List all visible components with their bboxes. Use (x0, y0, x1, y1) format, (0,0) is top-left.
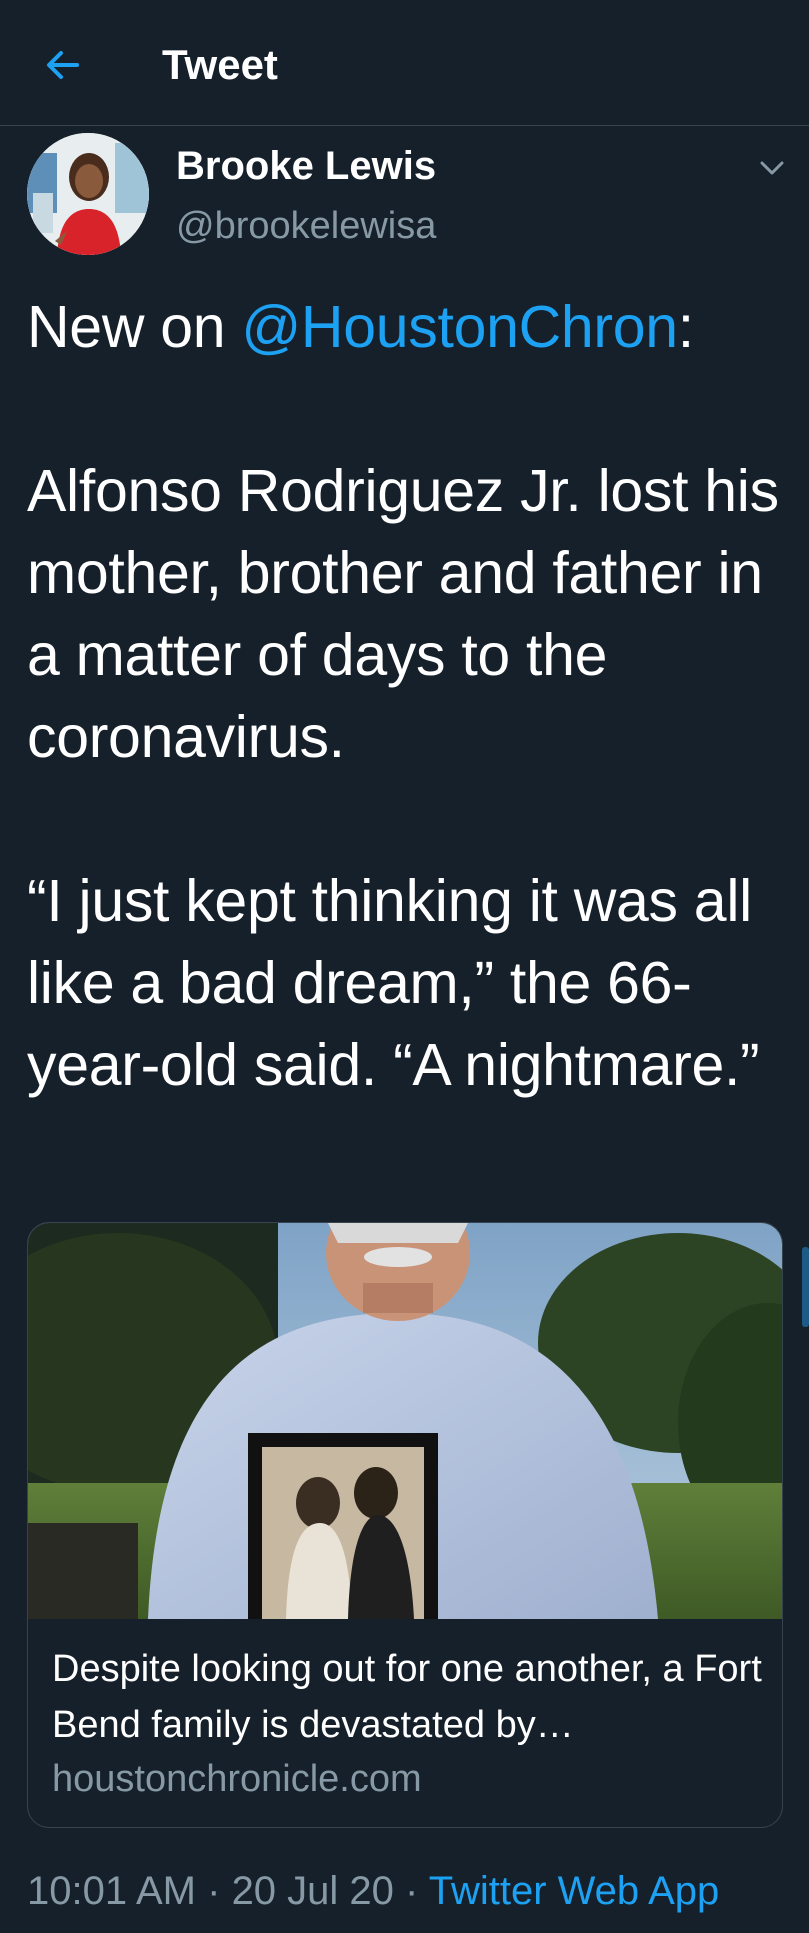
back-button[interactable] (36, 38, 90, 92)
tweet-text: New on @HoustonChron: Alfonso Rodriguez … (27, 286, 787, 1106)
avatar[interactable] (27, 133, 149, 255)
mention-link[interactable]: @HoustonChron (241, 294, 678, 360)
card-domain: houstonchronicle.com (52, 1758, 422, 1800)
tweet-text-prefix: New on (27, 294, 242, 360)
tweet-source-link[interactable]: Twitter Web App (429, 1869, 720, 1913)
author-handle[interactable]: @brookelewisa (176, 201, 436, 251)
tweet-text-body: Alfonso Rodriguez Jr. lost his mother, b… (27, 458, 779, 1098)
meta-separator: · (393, 1869, 429, 1913)
scrollbar[interactable] (802, 1247, 809, 1327)
more-options-button[interactable] (752, 148, 792, 188)
chevron-down-icon (760, 161, 784, 175)
tweet-text-colon: : (677, 294, 694, 360)
arrow-left-icon (47, 51, 79, 79)
tweet-time[interactable]: 10:01 AM (27, 1869, 196, 1913)
meta-separator: · (196, 1869, 232, 1913)
tweet-date[interactable]: 20 Jul 20 (232, 1869, 394, 1913)
card-title[interactable]: Despite looking out for one another, a F… (52, 1641, 768, 1753)
author-name[interactable]: Brooke Lewis (176, 140, 436, 192)
card-image (28, 1223, 782, 1619)
page-title: Tweet (162, 41, 278, 88)
tweet-meta: 10:01 AM · 20 Jul 20 · Twitter Web App (27, 1865, 719, 1917)
avatar-photo (27, 133, 149, 255)
top-bar: Tweet (0, 0, 809, 126)
link-card[interactable]: Despite looking out for one another, a F… (27, 1222, 783, 1828)
